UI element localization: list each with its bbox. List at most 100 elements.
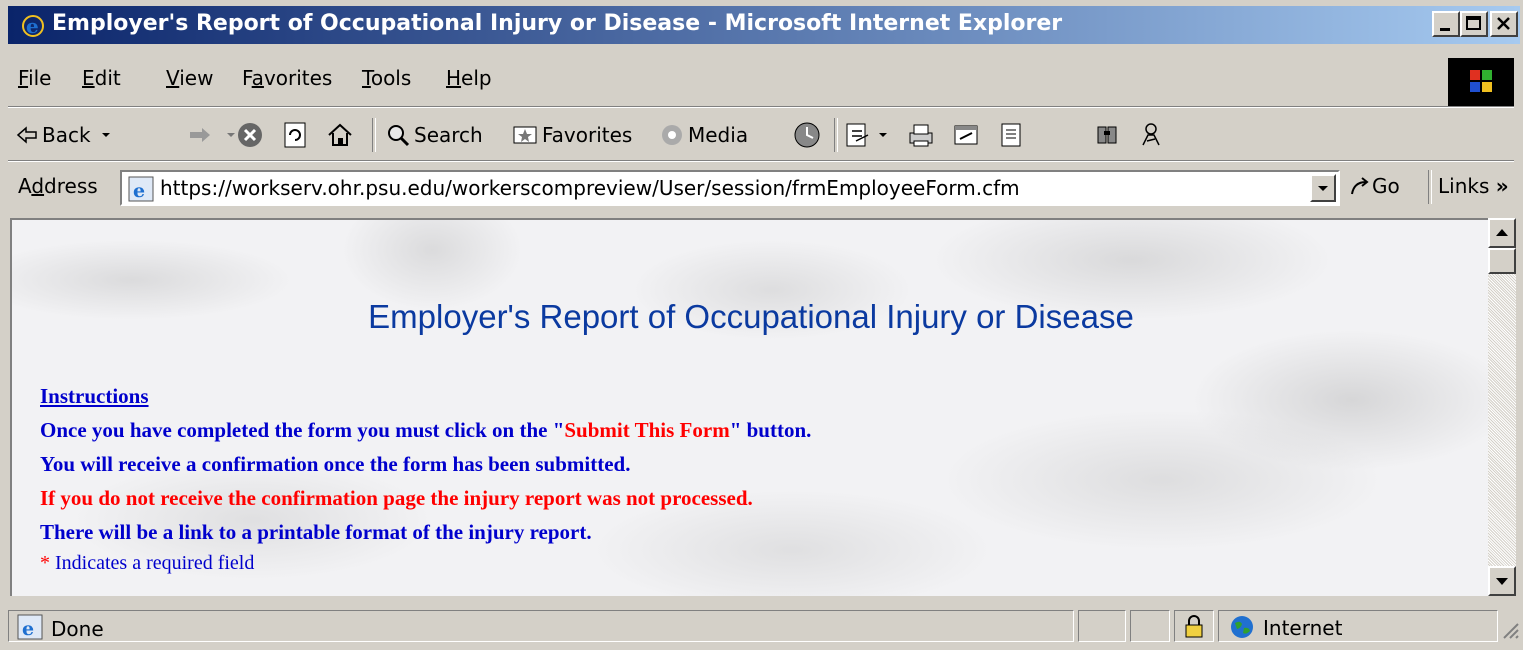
- messenger-icon: [1142, 123, 1160, 146]
- go-arrow-icon: [1351, 177, 1369, 195]
- chevron-down-icon: [101, 133, 110, 137]
- globe-icon: [1231, 616, 1253, 638]
- search-label: Search: [414, 123, 483, 147]
- svg-text:e: e: [26, 14, 39, 38]
- minimize-button[interactable]: [1432, 11, 1460, 37]
- address-dropdown-button[interactable]: [1310, 174, 1336, 202]
- forward-button[interactable]: [186, 118, 242, 152]
- close-button[interactable]: [1490, 11, 1518, 37]
- media-icon: [662, 125, 682, 145]
- favorites-label: Favorites: [542, 123, 633, 147]
- research-icon: [1097, 126, 1117, 144]
- status-main: e Done: [8, 610, 1074, 642]
- back-arrow-icon: [16, 126, 37, 144]
- lock-icon: [1185, 615, 1203, 638]
- edit-icon: [954, 125, 978, 145]
- ie-logo-icon: e: [22, 14, 44, 38]
- print-button[interactable]: [906, 118, 940, 152]
- go-button[interactable]: Go: [1348, 174, 1400, 198]
- toolbar-separator: [372, 118, 376, 152]
- resize-grip-icon[interactable]: [1500, 620, 1520, 642]
- vertical-scrollbar[interactable]: [1488, 218, 1516, 596]
- close-icon: [1497, 17, 1510, 30]
- title-bar[interactable]: e Employer's Report of Occupational Inju…: [8, 6, 1520, 44]
- chevron-down-icon: [1318, 186, 1328, 191]
- status-text: Done: [51, 617, 104, 641]
- media-label: Media: [688, 123, 749, 147]
- mail-button[interactable]: [844, 118, 894, 152]
- back-button[interactable]: Back: [16, 118, 117, 152]
- address-input[interactable]: e https://workserv.ohr.psu.edu/workersco…: [120, 170, 1340, 206]
- window-title: Employer's Report of Occupational Injury…: [52, 11, 1063, 36]
- forward-arrow-icon: [190, 128, 210, 142]
- home-icon: [328, 123, 352, 146]
- media-button[interactable]: Media: [660, 118, 748, 152]
- scroll-thumb[interactable]: [1488, 248, 1516, 274]
- document-icon: [1001, 123, 1021, 147]
- ie-window: e Employer's Report of Occupational Inju…: [0, 0, 1523, 650]
- stop-button[interactable]: [236, 118, 268, 152]
- address-url: https://workserv.ohr.psu.edu/workerscomp…: [160, 176, 1020, 200]
- menu-edit[interactable]: Edit: [82, 66, 121, 90]
- scroll-up-button[interactable]: [1488, 218, 1516, 248]
- status-pane: [1130, 610, 1170, 642]
- toolbar-separator: [834, 118, 838, 152]
- svg-text:e: e: [22, 618, 34, 640]
- menu-view[interactable]: View: [166, 66, 213, 90]
- menu-file[interactable]: File: [18, 66, 51, 90]
- svg-text:e: e: [133, 180, 145, 202]
- back-label: Back: [42, 123, 91, 147]
- discuss-button[interactable]: [998, 118, 1028, 152]
- refresh-button[interactable]: [282, 118, 312, 152]
- scroll-down-button[interactable]: [1488, 566, 1516, 596]
- address-bar: Address e https://workserv.ohr.psu.edu/w…: [8, 166, 1514, 210]
- zone-text: Internet: [1263, 616, 1343, 640]
- maximize-icon: [1466, 16, 1481, 30]
- search-button[interactable]: Search: [386, 118, 483, 152]
- favorites-button[interactable]: Favorites: [512, 118, 632, 152]
- required-field-note: * Indicates a required field: [40, 552, 255, 574]
- refresh-icon: [284, 122, 306, 148]
- instruction-line-1: Once you have completed the form you mus…: [40, 418, 812, 442]
- windows-logo-icon: [1448, 58, 1514, 106]
- security-pane[interactable]: [1174, 610, 1214, 642]
- menu-tools[interactable]: Tools: [362, 66, 411, 90]
- minimize-icon: [1440, 28, 1450, 31]
- toolbar-separator: [1428, 170, 1432, 204]
- print-icon: [909, 124, 933, 147]
- status-bar: e Done Internet: [8, 606, 1520, 646]
- page-heading: Employer's Report of Occupational Injury…: [368, 298, 1134, 335]
- links-chevron-icon: »: [1495, 174, 1509, 198]
- zone-pane: Internet: [1218, 610, 1498, 642]
- menu-help[interactable]: Help: [446, 66, 492, 90]
- toolbar-divider: [8, 160, 1514, 162]
- toolbar-divider: [8, 106, 1514, 108]
- chevron-up-icon: [1496, 229, 1508, 236]
- status-pane: [1078, 610, 1126, 642]
- research-button[interactable]: [1094, 118, 1126, 152]
- history-button[interactable]: [792, 118, 826, 152]
- home-button[interactable]: [326, 118, 358, 152]
- chevron-down-icon: [879, 133, 887, 137]
- page-icon: e: [128, 176, 154, 202]
- chevron-down-icon: [1496, 578, 1508, 585]
- menu-favorites[interactable]: Favorites: [242, 66, 332, 90]
- messenger-button[interactable]: [1138, 118, 1168, 152]
- go-label: Go: [1372, 174, 1400, 198]
- menu-bar: File Edit View Favorites Tools Help: [8, 56, 1448, 100]
- page-done-icon: e: [17, 614, 43, 640]
- links-button[interactable]: Links »: [1438, 174, 1509, 198]
- instruction-warning: If you do not receive the confirmation p…: [40, 486, 753, 510]
- page-content: Employer's Report of Occupational Injury…: [10, 218, 1488, 596]
- maximize-button[interactable]: [1460, 11, 1488, 37]
- address-label: Address: [18, 174, 98, 198]
- stop-icon: [238, 123, 262, 147]
- history-icon: [794, 122, 820, 148]
- favorites-star-icon: [513, 126, 537, 144]
- search-icon: [388, 125, 410, 147]
- instruction-line-4: There will be a link to a printable form…: [40, 520, 592, 544]
- mail-icon: [846, 123, 869, 147]
- instructions-link[interactable]: Instructions: [40, 384, 149, 409]
- edit-button[interactable]: [952, 118, 984, 152]
- instruction-line-2: You will receive a confirmation once the…: [40, 452, 631, 476]
